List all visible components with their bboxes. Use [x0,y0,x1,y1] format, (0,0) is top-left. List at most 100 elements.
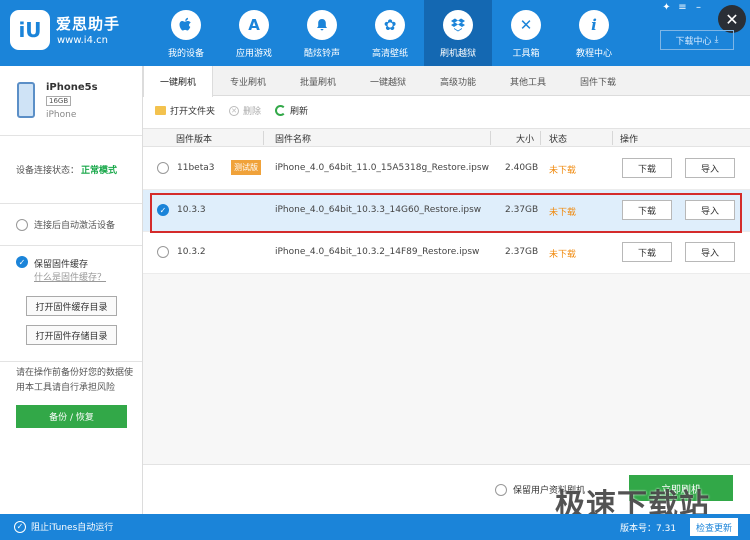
device-model: iPhone [46,110,77,120]
import-button[interactable]: 导入 [685,242,735,262]
open-folder-button[interactable]: 打开文件夹 [155,104,215,117]
tab-batch-flash[interactable]: 批量刷机 [283,66,353,96]
download-button[interactable]: 下载 [622,200,672,220]
table-row[interactable]: 11beta3 测试版 iPhone_4.0_64bit_11.0_15A531… [143,148,750,190]
box-icon [443,10,473,40]
tools-icon: ✕ [511,10,541,40]
what-is-cache-link[interactable]: 什么是固件缓存？ [34,270,106,283]
sidebar: iPhone5s 16GB iPhone 设备连接状态： 正常模式 连接后自动激… [0,66,143,514]
download-center-label: 下载中心 [675,36,712,47]
tab-firmware-download[interactable]: 固件下载 [563,66,633,96]
column-divider[interactable] [263,131,264,145]
table-row[interactable]: 10.3.2 iPhone_4.0_64bit_10.3.2_14F89_Res… [143,232,750,274]
row-status: 未下载 [549,208,577,218]
close-button[interactable]: ✕ [718,5,746,33]
tab-advanced[interactable]: 高级功能 [423,66,493,96]
import-button[interactable]: 导入 [685,200,735,220]
refresh-button[interactable]: 刷新 [275,104,308,117]
tab-one-click-flash[interactable]: 一键刷机 [143,66,213,97]
header-size: 大小 [516,135,535,145]
block-itunes-option[interactable]: ✓ 阻止iTunes自动运行 [14,520,113,533]
app-logo: iU [10,10,50,50]
nav-wallpapers[interactable]: ✿ 高清壁纸 [356,0,424,66]
bell-icon [307,10,337,40]
row-size: 2.37GB [505,205,539,215]
nav-label: 应用游戏 [235,49,272,59]
nav-flash-jailbreak[interactable]: 刷机越狱 [424,0,492,66]
auto-activate-label: 连接后自动激活设备 [34,221,116,231]
tab-other-tools[interactable]: 其他工具 [493,66,563,96]
check-update-button[interactable]: 检查更新 [690,518,738,536]
column-divider[interactable] [612,131,613,145]
version-label: 版本号：7.31 [620,524,677,534]
tab-pro-flash[interactable]: 专业刷机 [213,66,283,96]
row-version: 10.3.2 [177,247,206,257]
check-icon: ✓ [14,520,26,533]
row-radio[interactable] [157,246,169,258]
nav-label: 工具箱 [512,49,540,59]
device-card: iPhone5s 16GB iPhone [0,66,142,136]
device-name: iPhone5s [46,82,98,93]
row-status: 未下载 [549,250,577,260]
nav-toolbox[interactable]: ✕ 工具箱 [492,0,560,66]
row-radio[interactable] [157,162,169,174]
beta-badge: 测试版 [231,160,261,175]
nav-tutorials[interactable]: i 教程中心 [560,0,628,66]
row-radio[interactable]: ✓ [157,204,169,216]
open-store-dir-button[interactable]: 打开固件存储目录 [26,325,117,345]
header-status: 状态 [549,135,568,145]
firmware-cache-section: ✓ 保留固件缓存 什么是固件缓存？ 打开固件缓存目录 打开固件存储目录 [0,246,142,362]
tab-one-click-jailbreak[interactable]: 一键越狱 [353,66,423,96]
minimize-icon[interactable]: – [692,2,705,13]
row-name: iPhone_4.0_64bit_10.3.3_14G60_Restore.ip… [275,205,482,215]
flower-icon: ✿ [375,10,405,40]
row-name: iPhone_4.0_64bit_10.3.2_14F89_Restore.ip… [275,247,480,257]
info-icon: i [579,10,609,40]
connection-mode: 正常模式 [81,166,118,176]
keep-cache-checkbox[interactable]: ✓ [16,256,28,268]
row-name: iPhone_4.0_64bit_11.0_15A5318g_Restore.i… [275,163,489,173]
auto-activate-option[interactable]: 连接后自动激活设备 [0,204,142,246]
open-cache-dir-button[interactable]: 打开固件缓存目录 [26,296,117,316]
refresh-label: 刷新 [290,107,309,117]
import-button[interactable]: 导入 [685,158,735,178]
phone-icon [17,82,35,118]
tab-bar: 一键刷机 专业刷机 批量刷机 一键越狱 高级功能 其他工具 固件下载 [143,66,750,97]
nav-label: 我的设备 [167,49,204,59]
window-controls: ✦ ≡ – [660,2,705,13]
nav-label: 教程中心 [575,49,612,59]
nav-apps[interactable]: A 应用游戏 [220,0,288,66]
delete-button[interactable]: ✕ 删除 [229,104,261,117]
column-divider[interactable] [490,131,491,145]
row-version: 11beta3 [177,163,215,173]
app-header: iU 爱思助手 www.i4.cn 我的设备 A 应用游戏 酷炫铃声 ✿ 高清壁… [0,0,750,66]
auto-activate-radio[interactable] [16,218,28,231]
device-capacity: 16GB [46,96,72,106]
backup-warning: 请在操作前备份好您的数据使用本工具请自行承担风险 [16,368,134,393]
row-version: 10.3.3 [177,205,206,215]
header-name: 固件名称 [275,135,312,145]
row-size: 2.37GB [505,247,539,257]
keep-user-data-radio[interactable] [495,483,507,496]
main-nav: 我的设备 A 应用游戏 酷炫铃声 ✿ 高清壁纸 刷机越狱 ✕ 工具箱 i 教程中… [152,0,628,66]
menu-icon[interactable]: ≡ [676,2,689,13]
table-empty-area [143,274,750,464]
apple-icon [171,10,201,40]
download-button[interactable]: 下载 [622,242,672,262]
download-center-button[interactable]: 下载中心 ⤓ [660,30,734,50]
table-row[interactable]: ✓ 10.3.3 iPhone_4.0_64bit_10.3.3_14G60_R… [143,190,750,232]
connection-label: 设备连接状态： [16,166,80,176]
delete-icon: ✕ [229,105,240,116]
download-button[interactable]: 下载 [622,158,672,178]
row-size: 2.40GB [505,163,539,173]
column-divider[interactable] [540,131,541,145]
connection-status: 设备连接状态： 正常模式 [0,136,142,204]
header-version: 固件版本 [176,135,213,145]
backup-restore-button[interactable]: 备份 / 恢复 [16,405,127,428]
open-folder-label: 打开文件夹 [170,107,216,117]
nav-label: 高清壁纸 [371,49,408,59]
nav-ringtones[interactable]: 酷炫铃声 [288,0,356,66]
skin-icon[interactable]: ✦ [660,2,673,13]
app-url: www.i4.cn [57,35,108,46]
nav-my-device[interactable]: 我的设备 [152,0,220,66]
